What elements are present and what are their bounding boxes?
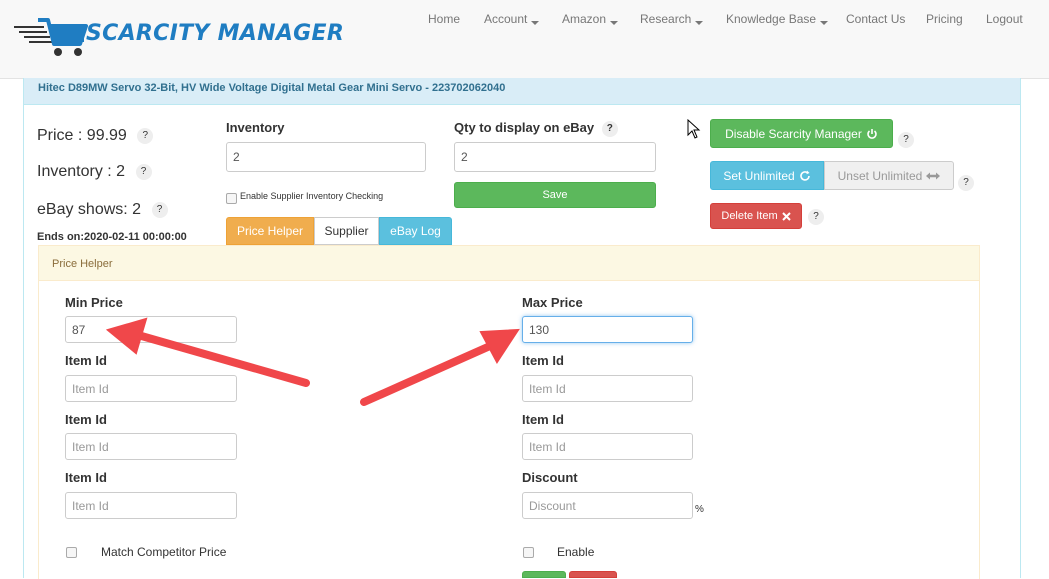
item-id-label-2: Item Id <box>65 412 107 427</box>
caret-down-icon <box>695 21 704 25</box>
confirm-button[interactable] <box>522 571 566 578</box>
max-price-label: Max Price <box>522 295 583 310</box>
item-id-input-4[interactable]: Item Id <box>522 375 693 402</box>
item-id-label-1: Item Id <box>65 353 107 368</box>
match-competitor-checkbox[interactable] <box>66 547 77 558</box>
ends-on-text: Ends on:2020-02-11 00:00:00 <box>37 231 187 243</box>
product-title-bar: Hitec D89MW Servo 32-Bit, HV Wide Voltag… <box>24 78 1020 105</box>
brand-name[interactable]: SCARCITY MANAGER <box>86 21 344 46</box>
price-stat: Price : 99.99 ? <box>37 127 154 145</box>
price-stat-text: Price : 99.99 <box>37 127 127 144</box>
item-id-input-5[interactable]: Item Id <box>522 433 693 460</box>
inventory-label: Inventory <box>226 120 285 135</box>
min-price-label: Min Price <box>65 295 123 310</box>
nav-contact-us[interactable]: Contact Us <box>846 12 905 26</box>
discount-label: Discount <box>522 470 578 485</box>
nav-account[interactable]: Account <box>484 12 540 26</box>
match-competitor-label: Match Competitor Price <box>101 545 227 559</box>
ebay-shows-stat-text: eBay shows: 2 <box>37 201 142 218</box>
tab-ebay-log[interactable]: eBay Log <box>379 217 452 245</box>
top-navbar: SCARCITY MANAGER Home Account Amazon Res… <box>0 0 1049 79</box>
disable-label: Disable Scarcity Manager <box>725 126 862 141</box>
save-button[interactable]: Save <box>454 182 656 208</box>
help-icon[interactable]: ? <box>151 201 168 218</box>
nav-research[interactable]: Research <box>640 12 704 26</box>
set-unlimited-label: Set Unlimited <box>723 168 795 183</box>
max-price-input[interactable]: 130 <box>522 316 693 343</box>
price-helper-panel: Price Helper <box>38 245 980 579</box>
caret-down-icon <box>610 21 619 25</box>
item-id-label-3: Item Id <box>65 470 107 485</box>
enable-checkbox[interactable] <box>523 547 534 558</box>
delete-item-button[interactable]: Delete Item <box>710 203 802 229</box>
item-id-label-4: Item Id <box>522 353 564 368</box>
tab-supplier[interactable]: Supplier <box>314 217 379 245</box>
mouse-cursor-icon <box>687 119 701 139</box>
help-icon[interactable]: ? <box>601 120 618 137</box>
unset-unlimited-label: Unset Unlimited <box>837 168 923 183</box>
refresh-icon <box>799 170 810 181</box>
disable-scarcity-manager-button[interactable]: Disable Scarcity Manager <box>710 119 893 148</box>
delete-label: Delete Item <box>721 210 778 222</box>
nav-logout[interactable]: Logout <box>986 12 1023 26</box>
inventory-input[interactable]: 2 <box>226 142 426 172</box>
min-price-input[interactable]: 87 <box>65 316 237 343</box>
nav-pricing[interactable]: Pricing <box>926 12 963 26</box>
set-unlimited-button[interactable]: Set Unlimited <box>710 161 824 190</box>
percent-suffix: % <box>695 504 704 515</box>
caret-down-icon <box>531 21 540 25</box>
enable-label: Enable <box>557 545 595 559</box>
caret-down-icon <box>820 21 829 25</box>
item-id-input-2[interactable]: Item Id <box>65 433 237 460</box>
price-helper-panel-header: Price Helper <box>39 246 979 281</box>
power-icon <box>867 128 877 139</box>
left-right-arrow-icon <box>926 172 941 179</box>
nav-home[interactable]: Home <box>428 12 460 26</box>
item-id-input-1[interactable]: Item Id <box>65 375 237 402</box>
item-id-label-5: Item Id <box>522 412 564 427</box>
inventory-stat-text: Inventory : 2 <box>37 163 126 180</box>
nav-knowledge-base[interactable]: Knowledge Base <box>726 12 829 26</box>
help-icon[interactable]: ? <box>898 132 914 148</box>
qty-label-text: Qty to display on eBay <box>454 120 595 135</box>
qty-label: Qty to display on eBay ? <box>454 120 618 137</box>
product-title: Hitec D89MW Servo 32-Bit, HV Wide Voltag… <box>38 82 506 94</box>
help-icon[interactable]: ? <box>137 127 154 144</box>
unset-unlimited-button[interactable]: Unset Unlimited <box>824 161 954 190</box>
nav-amazon[interactable]: Amazon <box>562 12 619 26</box>
tab-price-helper[interactable]: Price Helper <box>226 217 314 245</box>
supplier-inventory-checkbox[interactable] <box>226 193 237 204</box>
help-icon[interactable]: ? <box>135 163 152 180</box>
price-helper-panel-title: Price Helper <box>52 258 113 270</box>
help-icon[interactable]: ? <box>808 209 824 225</box>
cancel-button[interactable] <box>569 571 617 578</box>
item-id-input-3[interactable]: Item Id <box>65 492 237 519</box>
qty-input[interactable]: 2 <box>454 142 656 172</box>
inventory-stat: Inventory : 2 ? <box>37 163 152 181</box>
discount-input[interactable]: Discount <box>522 492 693 519</box>
ebay-shows-stat: eBay shows: 2 ? <box>37 201 168 219</box>
supplier-inventory-label: Enable Supplier Inventory Checking <box>240 191 384 201</box>
help-icon[interactable]: ? <box>958 175 974 191</box>
close-icon <box>781 211 791 221</box>
